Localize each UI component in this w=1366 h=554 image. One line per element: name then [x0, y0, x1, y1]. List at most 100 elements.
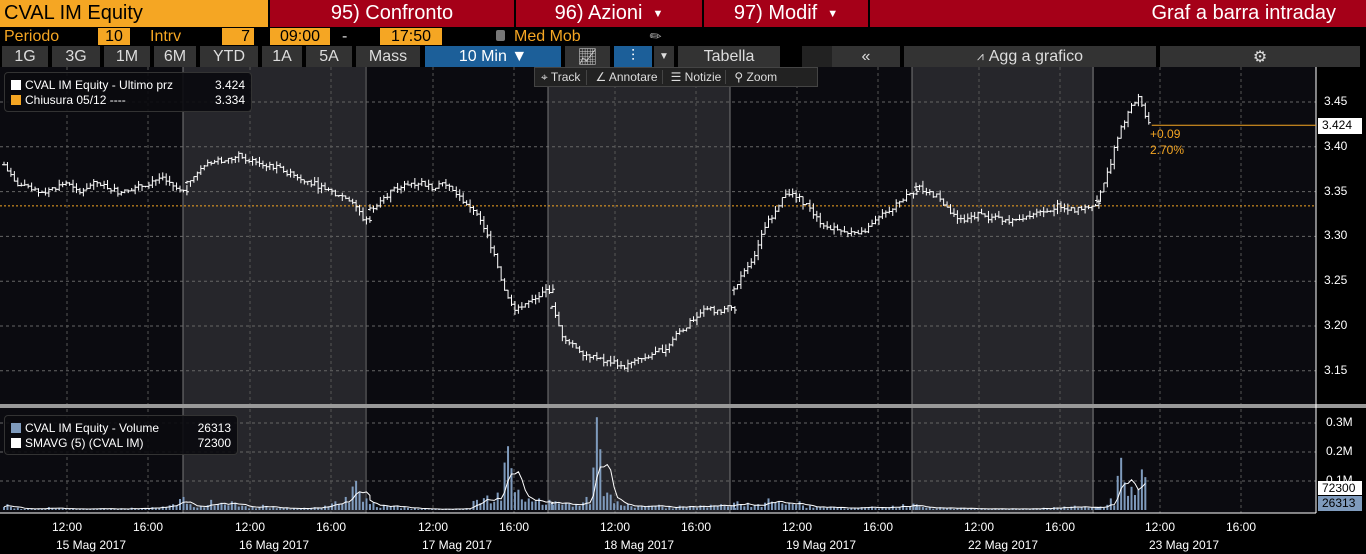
volume-bar [685, 507, 688, 510]
news-icon: ☰ [670, 70, 685, 84]
volume-bar [568, 503, 571, 510]
volume-bar [918, 506, 921, 510]
price-legend: CVAL IM Equity - Ultimo prz 3.424 Chiusur… [4, 72, 252, 112]
agg-label: Agg a grafico [988, 47, 1084, 65]
volume-bar [640, 506, 643, 510]
range-button-1m[interactable]: 1M [104, 46, 150, 67]
range-button-1a[interactable]: 1A [262, 46, 302, 67]
range-button-3g[interactable]: 3G [52, 46, 100, 67]
interval-dropdown[interactable]: 10 Min ▼ [425, 46, 561, 67]
notizie-tool[interactable]: ☰ Notizie [667, 70, 727, 84]
price-tick-label: 3.25 [1324, 273, 1348, 288]
volume-bar [905, 507, 908, 510]
volume-bar [320, 508, 323, 510]
volume-bar [524, 501, 527, 510]
volume-bar [764, 502, 767, 510]
volume-bar [808, 505, 811, 510]
volume-bar [984, 509, 987, 510]
volume-bar [172, 504, 175, 510]
volume-tick-label: 0.1M [1326, 473, 1353, 487]
range-button-6m[interactable]: 6M [154, 46, 196, 67]
volume-bar [65, 509, 68, 510]
volume-bar [1025, 509, 1028, 510]
pencil-icon[interactable]: ✎ [646, 26, 666, 47]
volume-bar [795, 504, 798, 510]
time-tick-label: 16:00 [862, 520, 894, 534]
volume-bar [739, 504, 742, 510]
volume-bar [836, 507, 839, 510]
start-time-input[interactable]: 09:00 [270, 28, 330, 45]
volume-bar [417, 508, 420, 510]
volume-bar [168, 505, 171, 510]
volume-bar [1046, 509, 1049, 510]
volume-bar [520, 499, 523, 510]
time-tick-label: 16:00 [315, 520, 347, 534]
volume-bar [595, 417, 598, 510]
volume-bar [1073, 505, 1076, 510]
med-mob-checkbox[interactable] [496, 30, 505, 41]
volume-bar [410, 508, 413, 510]
volume-bar [6, 504, 9, 510]
range-button-5a[interactable]: 5A [306, 46, 352, 67]
volume-bar [189, 504, 192, 510]
chevron-down-icon: ▼ [827, 7, 839, 20]
volume-bar [895, 508, 898, 510]
volume-bar [213, 505, 216, 510]
confronto-button[interactable]: 95) Confronto [270, 0, 514, 27]
volume-bar [268, 508, 271, 510]
end-time-input[interactable]: 17:50 [380, 28, 442, 45]
volume-bar [743, 506, 746, 510]
volume-bar [798, 501, 801, 510]
volume-bar [1102, 507, 1105, 510]
chart-tools: ⌖ Track ∠ Annotare ☰ Notizie ⚲ Zoom [534, 67, 818, 87]
volume-bar [1137, 488, 1140, 510]
bar-chart-icon[interactable]: ⫶ [614, 46, 652, 67]
intrv-input[interactable]: 7 [222, 28, 254, 45]
chevron-down-icon[interactable]: ▼ [654, 46, 674, 67]
date-label: 15 Mag 2017 [55, 538, 127, 552]
zoom-label: Zoom [746, 70, 778, 84]
volume-bar [203, 507, 206, 510]
volume-bar [337, 504, 340, 510]
range-button-1g[interactable]: 1G [2, 46, 48, 67]
ticker-field[interactable]: CVAL IM Equity [0, 0, 268, 27]
collapse-button[interactable]: « [832, 46, 900, 67]
volume-bar [915, 507, 917, 510]
price-tick-label: 3.40 [1324, 138, 1348, 153]
track-tool[interactable]: ⌖ Track [535, 69, 588, 85]
agg-grafico-button[interactable]: ⩘ Agg a grafico [904, 46, 1156, 67]
volume-bar [248, 508, 251, 510]
legend-price-value: 3.424 [214, 77, 245, 92]
volume-bar [106, 509, 109, 510]
zoom-tool[interactable]: ⚲ Zoom [730, 70, 781, 84]
volume-bar [843, 508, 846, 510]
settings-button[interactable]: ⚙ [1160, 46, 1360, 67]
price-tick-label: 3.30 [1324, 228, 1348, 243]
range-button-mass[interactable]: Mass [356, 46, 420, 67]
periodo-input[interactable]: 10 [98, 28, 130, 45]
range-button-ytd[interactable]: YTD [200, 46, 258, 67]
annotare-tool[interactable]: ∠ Annotare [591, 70, 663, 84]
volume-bar [3, 506, 5, 510]
volume-bar [571, 506, 574, 510]
volume-bar [1140, 469, 1143, 510]
volume-bar [784, 504, 787, 510]
azioni-button[interactable]: 96) Azioni ▼ [516, 0, 702, 27]
volume-bar [123, 509, 126, 510]
annotare-label: Annotare [608, 70, 658, 84]
volume-bar [244, 506, 247, 510]
chevron-down-icon: ▼ [652, 7, 664, 20]
modif-button[interactable]: 97) Modif ▼ [704, 0, 868, 27]
volume-bar [977, 509, 980, 510]
volume-swatch [11, 422, 21, 433]
volume-bar [695, 507, 698, 510]
volume-bar [613, 503, 616, 510]
tabella-button[interactable]: Tabella [678, 46, 780, 67]
gear-icon: ⚙ [1252, 48, 1268, 66]
volume-bar [815, 506, 818, 510]
volume-bar [592, 467, 595, 510]
line-chart-icon[interactable]: 📈︎ [565, 46, 610, 67]
volume-bar [372, 502, 375, 510]
volume-bar [486, 495, 489, 510]
page-title: Graf a barra intraday [870, 0, 1366, 27]
